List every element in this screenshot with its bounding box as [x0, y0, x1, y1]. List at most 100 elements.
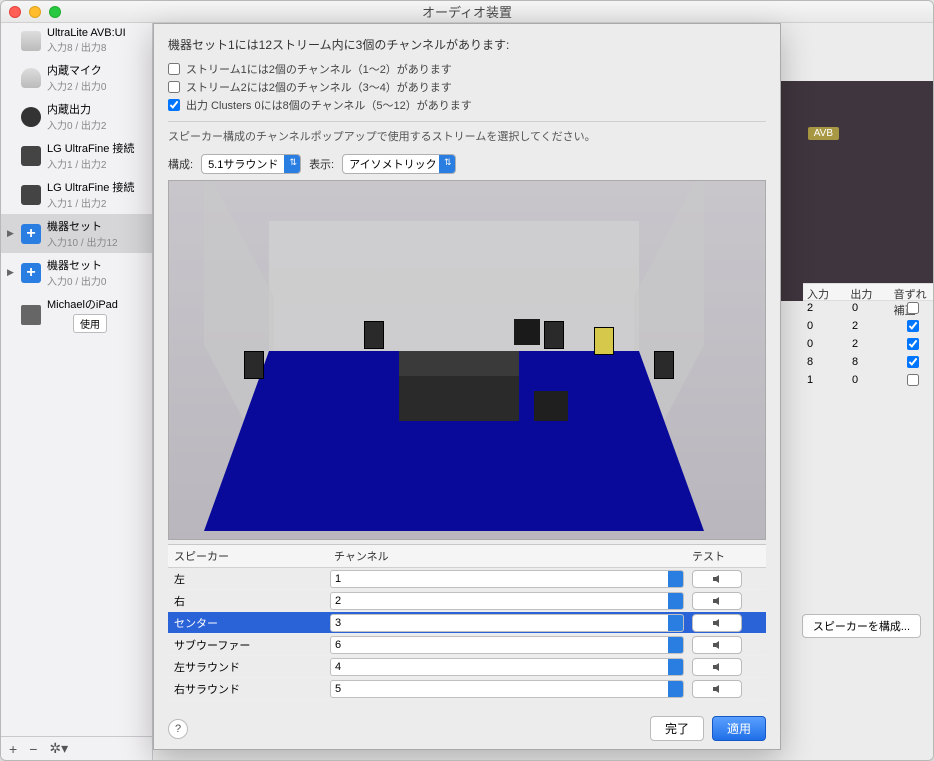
- test-button[interactable]: [692, 614, 742, 632]
- channel-select[interactable]: 1: [330, 570, 684, 588]
- device-icon: [21, 263, 41, 283]
- table-icon: [534, 391, 568, 421]
- device-io: 入力1 / 出力2: [47, 156, 146, 171]
- device-row[interactable]: 内蔵マイク入力2 / 出力0: [1, 58, 152, 97]
- device-icon: [21, 146, 41, 166]
- io-row: 02: [803, 337, 933, 355]
- channel-select[interactable]: 6: [330, 636, 684, 654]
- display-label: 表示:: [309, 156, 334, 172]
- device-row[interactable]: 内蔵出力入力0 / 出力2: [1, 97, 152, 136]
- speaker-row[interactable]: 右サラウンド5: [168, 678, 766, 700]
- config-label: 構成:: [168, 156, 193, 172]
- speaker-ls-icon[interactable]: [244, 351, 264, 379]
- io-table-header: 入力 出力 音ずれ補正: [803, 283, 933, 301]
- device-row[interactable]: ▶機器セット入力10 / 出力12: [1, 214, 152, 253]
- device-sidebar: UltraLite AVB:UI入力8 / 出力8内蔵マイク入力2 / 出力0内…: [1, 23, 153, 760]
- stream-checkbox-row[interactable]: ストリーム1には2個のチャンネル（1〜2）があります: [168, 61, 766, 77]
- use-button[interactable]: 使用: [73, 314, 107, 333]
- subwoofer-icon[interactable]: [514, 319, 540, 345]
- window-title: オーディオ装置: [422, 2, 512, 21]
- io-row: 88: [803, 355, 933, 373]
- device-row[interactable]: ▶機器セット入力0 / 出力0: [1, 253, 152, 292]
- device-name: 機器セット: [47, 218, 146, 234]
- speaker-table: スピーカー チャンネル テスト 左1右2センター3サブウーファー6左サラウンド4…: [168, 544, 766, 708]
- test-button[interactable]: [692, 592, 742, 610]
- sidebar-toolbar: + − ✲▾: [1, 736, 152, 760]
- device-icon: [21, 107, 41, 127]
- device-name: 機器セット: [47, 257, 146, 273]
- settings-gear-icon[interactable]: ✲▾: [49, 740, 68, 757]
- test-button[interactable]: [692, 658, 742, 676]
- remove-device-button[interactable]: −: [29, 741, 37, 757]
- minimize-icon[interactable]: [29, 6, 41, 18]
- device-name: LG UltraFine 接続: [47, 179, 146, 195]
- stream-label: ストリーム1には2個のチャンネル（1〜2）があります: [186, 61, 452, 77]
- device-name: MichaelのiPad: [47, 296, 146, 312]
- channel-select[interactable]: 5: [330, 680, 684, 698]
- channel-select[interactable]: 4: [330, 658, 684, 676]
- speaker-row[interactable]: サブウーファー6: [168, 634, 766, 656]
- titlebar[interactable]: オーディオ装置: [1, 1, 933, 23]
- speaker-rs-icon[interactable]: [654, 351, 674, 379]
- speaker-row[interactable]: 右2: [168, 590, 766, 612]
- done-button[interactable]: 完了: [650, 716, 704, 741]
- stream-checkbox-row[interactable]: 出力 Clusters 0には8個のチャンネル（5〜12）があります: [168, 97, 766, 113]
- device-io: 入力1 / 出力2: [47, 195, 146, 210]
- speaker-center-icon[interactable]: [594, 327, 614, 355]
- test-button[interactable]: [692, 636, 742, 654]
- speaker-name: センター: [168, 615, 328, 631]
- channel-select[interactable]: 3: [330, 614, 684, 632]
- io-row: 10: [803, 373, 933, 391]
- drift-checkbox[interactable]: [907, 320, 919, 332]
- main-window: オーディオ装置 ? UltraLite AVB:UI入力8 / 出力8内蔵マイク…: [0, 0, 934, 761]
- stream-checkbox[interactable]: [168, 99, 180, 111]
- display-popup[interactable]: アイソメトリック: [342, 154, 455, 174]
- stream-checkbox[interactable]: [168, 63, 180, 75]
- speaker-name: 左: [168, 571, 328, 587]
- test-button[interactable]: [692, 570, 742, 588]
- io-row: 20: [803, 301, 933, 319]
- disclosure-icon[interactable]: ▶: [7, 267, 15, 278]
- close-icon[interactable]: [9, 6, 21, 18]
- speaker-row[interactable]: 左サラウンド4: [168, 656, 766, 678]
- drift-checkbox[interactable]: [907, 356, 919, 368]
- speaker-name: サブウーファー: [168, 637, 328, 653]
- stream-checkbox-row[interactable]: ストリーム2には2個のチャンネル（3〜4）があります: [168, 79, 766, 95]
- device-name: LG UltraFine 接続: [47, 140, 146, 156]
- device-row[interactable]: MichaelのiPad 使用: [1, 292, 152, 337]
- device-row[interactable]: LG UltraFine 接続入力1 / 出力2: [1, 136, 152, 175]
- device-io: 入力2 / 出力0: [47, 78, 146, 93]
- disclosure-icon[interactable]: ▶: [7, 228, 15, 239]
- speaker-3d-view[interactable]: [168, 180, 766, 540]
- configure-speakers-button[interactable]: スピーカーを構成...: [802, 614, 921, 638]
- config-popup[interactable]: 5.1サラウンド: [201, 154, 301, 174]
- sheet-title: 機器セット1には12ストリーム内に3個のチャンネルがあります:: [168, 36, 766, 53]
- maximize-icon[interactable]: [49, 6, 61, 18]
- drift-checkbox[interactable]: [907, 302, 919, 314]
- speaker-row[interactable]: センター3: [168, 612, 766, 634]
- speaker-right-icon[interactable]: [544, 321, 564, 349]
- apply-button[interactable]: 適用: [712, 716, 766, 741]
- channel-select[interactable]: 2: [330, 592, 684, 610]
- speaker-row[interactable]: 左1: [168, 568, 766, 590]
- io-row: 02: [803, 319, 933, 337]
- device-icon: [21, 68, 41, 88]
- drift-checkbox[interactable]: [907, 374, 919, 386]
- device-icon: [21, 224, 41, 244]
- device-icon: [21, 31, 41, 51]
- sheet-help-button[interactable]: ?: [168, 719, 188, 739]
- drift-checkbox[interactable]: [907, 338, 919, 350]
- add-device-button[interactable]: +: [9, 741, 17, 757]
- speaker-name: 左サラウンド: [168, 659, 328, 675]
- device-io: 入力0 / 出力2: [47, 117, 146, 132]
- stream-label: ストリーム2には2個のチャンネル（3〜4）があります: [186, 79, 452, 95]
- speaker-left-icon[interactable]: [364, 321, 384, 349]
- test-button[interactable]: [692, 680, 742, 698]
- device-name: 内蔵マイク: [47, 62, 146, 78]
- device-row[interactable]: UltraLite AVB:UI入力8 / 出力8: [1, 23, 152, 58]
- device-row[interactable]: LG UltraFine 接続入力1 / 出力2: [1, 175, 152, 214]
- window-controls: [9, 6, 61, 18]
- speaker-name: 右サラウンド: [168, 681, 328, 697]
- stream-checkbox[interactable]: [168, 81, 180, 93]
- device-io: 入力8 / 出力8: [47, 39, 146, 54]
